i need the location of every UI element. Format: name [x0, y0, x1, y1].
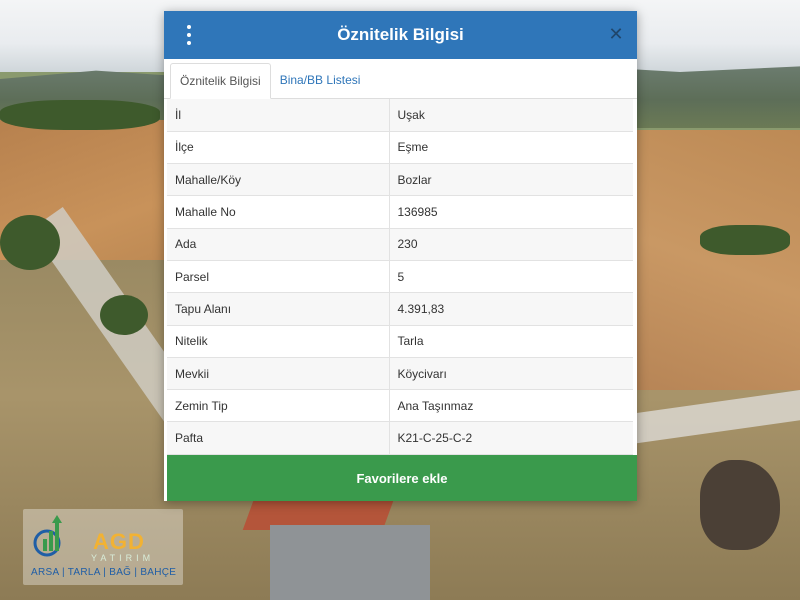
- vertical-ellipsis-icon: [187, 25, 191, 29]
- vertical-ellipsis-icon: [187, 33, 191, 37]
- row-key: Nitelik: [167, 325, 390, 358]
- tree-cluster: [100, 295, 148, 335]
- row-key: Mevkii: [167, 357, 390, 391]
- house-wall: [270, 525, 430, 600]
- table-row: Mahalle/Köy Bozlar: [167, 163, 633, 197]
- row-key: Zemin Tip: [167, 389, 390, 423]
- row-key: Ada: [167, 228, 390, 261]
- row-value: Ana Taşınmaz: [389, 389, 633, 423]
- vertical-ellipsis-icon: [187, 41, 191, 45]
- tree-cluster: [0, 100, 160, 130]
- row-value: 230: [389, 228, 633, 261]
- row-value: K21-C-25-C-2: [389, 421, 633, 455]
- tab-building-list[interactable]: Bina/BB Listesi: [271, 62, 370, 98]
- row-value: Köycivarı: [389, 357, 633, 391]
- table-row: İl Uşak: [167, 99, 633, 132]
- row-value: Uşak: [389, 99, 633, 132]
- row-key: İl: [167, 99, 390, 132]
- row-key: Pafta: [167, 421, 390, 455]
- attribute-info-dialog: Öznitelik Bilgisi ✕ Öznitelik Bilgisi Bi…: [164, 11, 637, 501]
- tab-attribute-info[interactable]: Öznitelik Bilgisi: [170, 63, 271, 99]
- table-row: Tapu Alanı 4.391,83: [167, 292, 633, 326]
- close-button[interactable]: ✕: [607, 24, 625, 44]
- row-value: 5: [389, 260, 633, 294]
- table-row: Pafta K21-C-25-C-2: [167, 421, 633, 455]
- table-row: Mahalle No 136985: [167, 195, 633, 229]
- table-row: Mevkii Köycivarı: [167, 357, 633, 391]
- tab-bar: Öznitelik Bilgisi Bina/BB Listesi: [164, 59, 637, 99]
- row-key: Mahalle No: [167, 195, 390, 229]
- logo-name: AGD: [93, 529, 145, 554]
- logo-tagline: ARSA | TARLA | BAĞ | BAHÇE: [31, 567, 177, 578]
- table-row: Zemin Tip Ana Taşınmaz: [167, 389, 633, 423]
- company-logo: AGD YATIRIM ARSA | TARLA | BAĞ | BAHÇE: [23, 509, 183, 585]
- tree-cluster: [0, 215, 60, 270]
- row-value: 136985: [389, 195, 633, 229]
- row-value: Eşme: [389, 131, 633, 165]
- row-key: Parsel: [167, 260, 390, 294]
- attribute-table: İl Uşak İlçe Eşme Mahalle/Köy Bozlar Mah…: [167, 99, 633, 455]
- table-row: İlçe Eşme: [167, 131, 633, 165]
- dialog-title: Öznitelik Bilgisi: [337, 25, 464, 44]
- row-value: Tarla: [389, 325, 633, 358]
- tree-cluster: [700, 225, 790, 255]
- row-value: Bozlar: [389, 163, 633, 197]
- table-row: Ada 230: [167, 228, 633, 261]
- table-row: Parsel 5: [167, 260, 633, 294]
- close-icon: ✕: [608, 24, 624, 44]
- logo-subtitle: YATIRIM: [91, 553, 155, 563]
- menu-button[interactable]: [182, 25, 196, 45]
- wood-pile: [700, 460, 780, 550]
- table-row: Nitelik Tarla: [167, 325, 633, 358]
- row-key: Mahalle/Köy: [167, 163, 390, 197]
- row-key: Tapu Alanı: [167, 292, 390, 326]
- row-key: İlçe: [167, 131, 390, 165]
- growth-chart-icon: [33, 515, 62, 557]
- add-to-favorites-button[interactable]: Favorilere ekle: [167, 455, 637, 501]
- dialog-header: Öznitelik Bilgisi ✕: [164, 11, 637, 59]
- row-value: 4.391,83: [389, 292, 633, 326]
